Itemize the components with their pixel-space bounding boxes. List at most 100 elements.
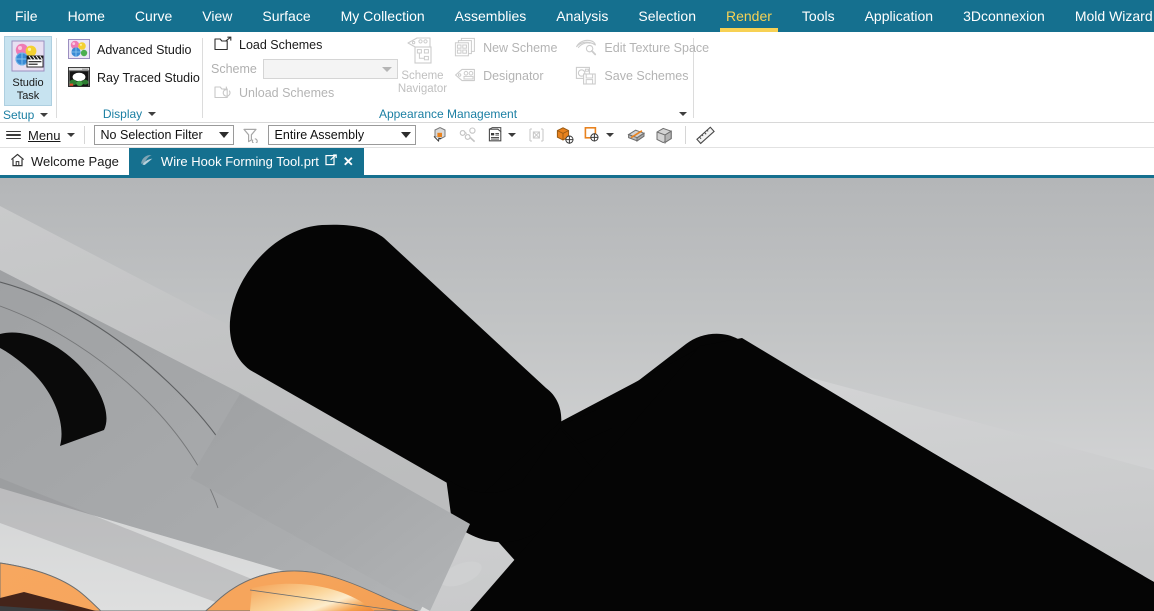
new-scheme-button[interactable]: New Scheme [449,34,562,62]
selection-filter-icon[interactable] [240,125,262,146]
save-schemes-icon [575,65,597,88]
ribbon-tab-label: Application [864,8,934,24]
ribbon-group-title-appearance-management[interactable]: Appearance Management [203,105,693,123]
menu-hamburger-icon[interactable] [6,130,21,140]
menu-button[interactable]: Menu [28,128,61,143]
load-schemes-label: Load Schemes [239,38,323,52]
clip-section-icon[interactable] [654,125,676,146]
select-general-objects-icon[interactable] [430,125,452,146]
ribbon-tab-label: Surface [262,8,311,24]
advanced-studio-icon [68,38,90,62]
model-render [0,178,1154,611]
ribbon-tab-label: Home [67,8,105,24]
ribbon-tab-home[interactable]: Home [53,0,120,32]
scheme-select[interactable] [262,59,398,79]
measure-icon[interactable] [695,125,717,146]
ray-traced-studio-icon [68,66,90,90]
selection-filter-select[interactable]: No Selection Filter [93,125,234,145]
ribbon-tab-assemblies[interactable]: Assemblies [440,0,542,32]
ribbon-tab-label: File [15,8,38,24]
ribbon-tab-label: My Collection [340,8,425,24]
selection-scope-value: Entire Assembly [274,128,365,142]
ribbon-tab-mold-wizard[interactable]: Mold Wizard [1060,0,1154,32]
selection-toolbar: Menu No Selection Filter Entire Assembly [0,123,1154,148]
studio-task-button[interactable]: Studio Task [4,36,52,106]
designator-icon [454,65,476,88]
document-tab-bar: Welcome Page Wire Hook Forming Tool.prt … [0,148,1154,175]
ribbon-group-title-display[interactable]: Display [57,105,202,123]
ribbon-tab-label: Render [725,8,772,24]
ribbon-tab-label: 3Dconnexion [963,8,1045,24]
ribbon-tab-render[interactable]: Render [711,0,787,32]
scheme-navigator-label-line1: Scheme [401,70,444,82]
ribbon-tab-file[interactable]: File [0,0,53,32]
ribbon-group-label: Setup [3,108,35,122]
chevron-down-icon [400,132,411,138]
studio-task-label-line1: Studio [12,77,44,89]
document-tab-label: Welcome Page [31,154,119,169]
advanced-studio-button[interactable]: Advanced Studio [63,36,205,64]
ribbon-group-appearance-management: Load Schemes Scheme Unload Schemes Schem… [203,32,709,123]
select-faces-icon[interactable] [526,125,548,146]
select-features-icon[interactable] [458,125,480,146]
select-components-icon[interactable] [486,125,508,146]
group-expand-arrow-icon[interactable] [148,112,157,116]
scheme-navigator-label-line2: Navigator [397,83,448,95]
select-components-chevron-down-icon[interactable] [507,133,516,137]
selection-scope-select[interactable]: Entire Assembly [267,125,416,145]
ribbon-tab-my-collection[interactable]: My Collection [326,0,440,32]
document-tab-wire-hook-forming-tool[interactable]: Wire Hook Forming Tool.prt ✕ [128,148,364,175]
group-expand-arrow-icon[interactable] [40,113,49,117]
new-scheme-icon [454,37,476,60]
ribbon-tab-surface[interactable]: Surface [247,0,325,32]
group-expand-arrow-icon[interactable] [679,112,687,116]
ribbon-tab-3dconnexion[interactable]: 3Dconnexion [948,0,1060,32]
graphics-window[interactable] [0,178,1154,611]
ribbon-tab-application[interactable]: Application [850,0,949,32]
document-tab-welcome-page[interactable]: Welcome Page [0,148,129,175]
scheme-label: Scheme [211,62,257,76]
save-schemes-button[interactable]: Save Schemes [570,62,714,90]
ribbon-group-title-setup[interactable]: Setup [0,106,56,124]
document-tab-bar-filler [364,148,1154,175]
ribbon-tab-analysis[interactable]: Analysis [541,0,623,32]
ribbon-tab-label: Assemblies [454,8,527,24]
menu-chevron-down-icon[interactable] [66,133,75,137]
ribbon-tab-selection[interactable]: Selection [623,0,711,32]
unload-schemes-icon [214,84,232,103]
ribbon-tab-tools[interactable]: Tools [787,0,850,32]
edit-texture-space-icon [575,37,597,60]
ribbon-group-setup: Studio Task Setup [0,32,56,123]
ribbon-group-label: Appearance Management [378,107,518,121]
save-schemes-label: Save Schemes [604,69,689,83]
ribbon-tab-label: View [202,8,233,24]
ribbon: Studio Task Setup Advanced Studio Ray Tr… [0,32,1154,123]
ribbon-tab-label: Tools [801,8,835,24]
designator-button[interactable]: Designator [449,62,562,90]
point-constructor-icon[interactable] [582,125,604,146]
ribbon-tab-label: Curve [134,8,173,24]
snap-point-icon[interactable] [554,125,576,146]
ribbon-tab-view[interactable]: View [187,0,247,32]
home-icon [10,153,25,170]
edit-texture-space-label: Edit Texture Space [604,41,710,55]
close-icon[interactable]: ✕ [343,155,354,168]
edit-section-icon[interactable] [626,125,648,146]
selection-filter-value: No Selection Filter [100,128,203,142]
new-scheme-label: New Scheme [483,41,558,55]
restore-icon[interactable] [325,154,337,169]
document-tab-label: Wire Hook Forming Tool.prt [160,154,319,169]
ray-traced-studio-button[interactable]: Ray Traced Studio [63,64,205,92]
ribbon-tab-bar: File Home Curve View Surface My Collecti… [0,0,1154,32]
nx-part-icon [139,153,155,170]
point-constructor-chevron-down-icon[interactable] [605,133,614,137]
scheme-navigator-button[interactable]: Scheme Navigator [398,34,447,96]
nx-application-window: File Home Curve View Surface My Collecti… [0,0,1154,611]
ribbon-tab-curve[interactable]: Curve [120,0,187,32]
edit-texture-space-button[interactable]: Edit Texture Space [570,34,714,62]
ribbon-tab-label: Selection [638,8,696,24]
load-schemes-button[interactable]: Load Schemes [209,34,398,56]
designator-label: Designator [483,69,544,83]
unload-schemes-button[interactable]: Unload Schemes [209,82,398,104]
ribbon-tab-label: Analysis [556,8,609,24]
